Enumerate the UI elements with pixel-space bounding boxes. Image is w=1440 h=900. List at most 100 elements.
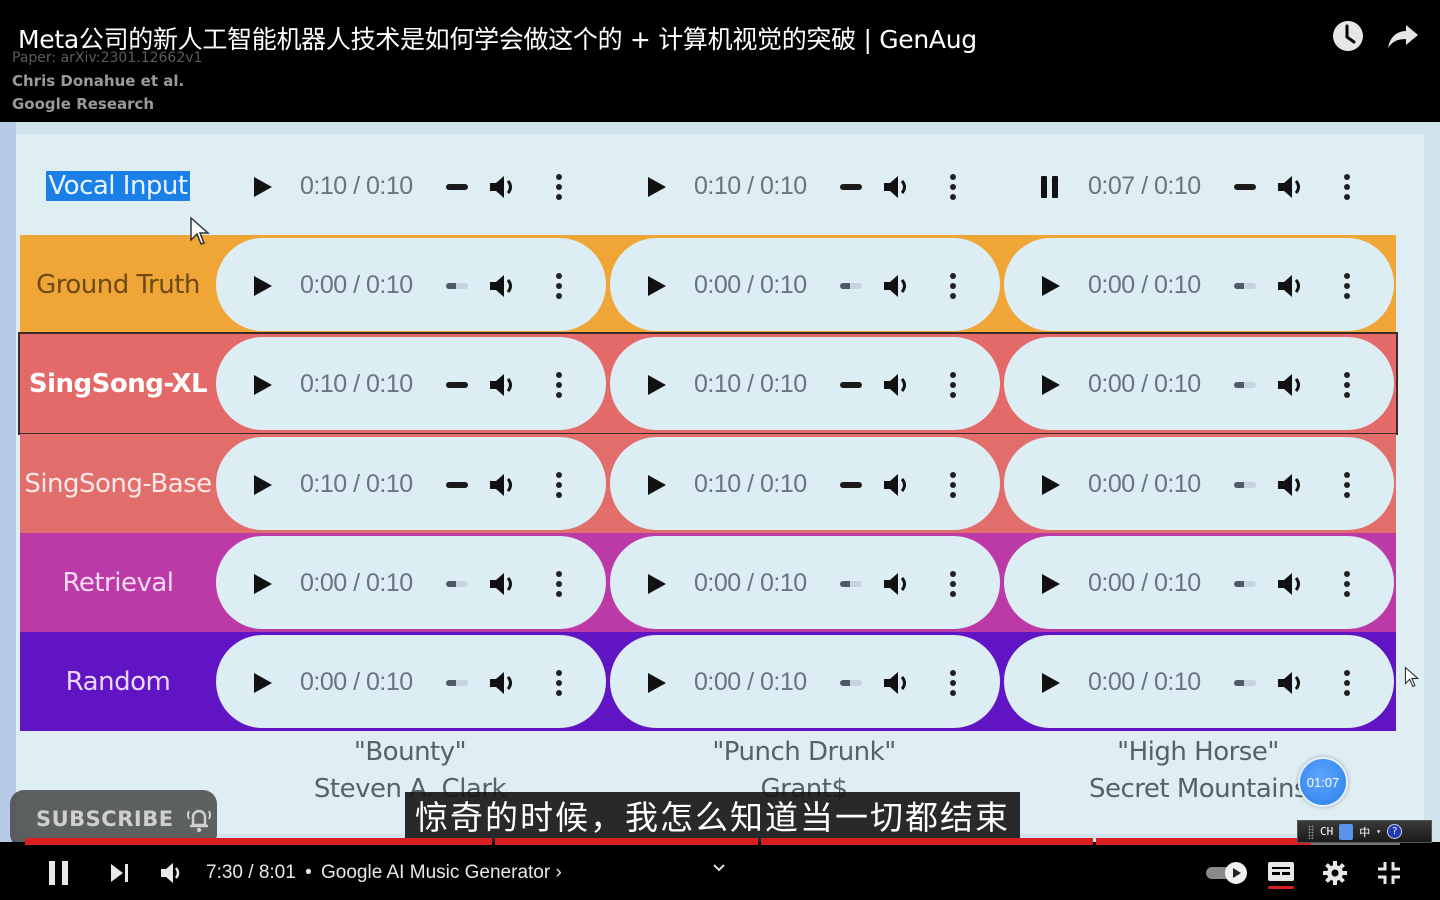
audio-player[interactable]: 0:10 / 0:10: [610, 437, 1000, 530]
audio-player[interactable]: 0:10 / 0:10: [610, 139, 1000, 232]
audio-player[interactable]: 0:00 / 0:10: [610, 635, 1000, 728]
ime-lang[interactable]: CH: [1320, 825, 1333, 838]
progress-bar[interactable]: [25, 838, 1400, 845]
more-options-icon[interactable]: [1344, 670, 1350, 696]
more-options-icon[interactable]: [1344, 571, 1350, 597]
volume-icon[interactable]: [488, 471, 518, 499]
floating-timer-badge[interactable]: 01:07: [1298, 757, 1348, 807]
play-icon[interactable]: [254, 673, 272, 693]
play-icon[interactable]: [1042, 375, 1060, 395]
play-icon[interactable]: [254, 574, 272, 594]
help-icon[interactable]: ?: [1387, 824, 1403, 839]
pause-icon[interactable]: [1040, 176, 1060, 198]
progress-played-segment[interactable]: [25, 838, 493, 845]
audio-seek-slider[interactable]: [446, 283, 468, 289]
more-options-icon[interactable]: [1344, 174, 1350, 200]
audio-player[interactable]: 0:00 / 0:10: [1004, 238, 1394, 331]
watch-later-button[interactable]: [1330, 18, 1366, 54]
play-icon[interactable]: [1042, 276, 1060, 296]
audio-seek-slider[interactable]: [1234, 382, 1256, 388]
audio-player[interactable]: 0:00 / 0:10: [216, 238, 606, 331]
drag-grip-icon[interactable]: [1308, 824, 1314, 839]
share-button[interactable]: [1384, 18, 1420, 54]
next-button[interactable]: [108, 861, 132, 885]
volume-icon[interactable]: [1276, 173, 1306, 201]
ime-mode[interactable]: 中: [1359, 824, 1370, 840]
play-icon[interactable]: [648, 375, 666, 395]
audio-player[interactable]: 0:00 / 0:10: [1004, 337, 1394, 430]
audio-player[interactable]: 0:00 / 0:10: [1004, 536, 1394, 629]
volume-icon[interactable]: [488, 272, 518, 300]
audio-player[interactable]: 0:00 / 0:10: [610, 536, 1000, 629]
more-options-icon[interactable]: [556, 571, 562, 597]
audio-seek-slider[interactable]: [840, 283, 862, 289]
play-icon[interactable]: [254, 177, 272, 197]
audio-seek-slider[interactable]: [840, 680, 862, 686]
audio-player[interactable]: 0:10 / 0:10: [216, 139, 606, 232]
play-icon[interactable]: [1042, 475, 1060, 495]
audio-player[interactable]: 0:00 / 0:10: [610, 238, 1000, 331]
audio-seek-slider[interactable]: [446, 482, 468, 488]
more-options-icon[interactable]: [950, 472, 956, 498]
more-options-icon[interactable]: [950, 670, 956, 696]
audio-seek-slider[interactable]: [446, 581, 468, 587]
progress-played-segment[interactable]: [1096, 838, 1311, 845]
audio-player[interactable]: 0:00 / 0:10: [1004, 437, 1394, 530]
volume-icon[interactable]: [882, 669, 912, 697]
audio-player[interactable]: 0:10 / 0:10: [216, 437, 606, 530]
more-options-icon[interactable]: [950, 273, 956, 299]
mute-button[interactable]: [158, 860, 186, 886]
ime-toolbar[interactable]: CH 中 ▾ ?: [1297, 820, 1432, 843]
play-icon[interactable]: [1042, 574, 1060, 594]
more-options-icon[interactable]: [556, 670, 562, 696]
audio-seek-slider[interactable]: [1234, 184, 1256, 190]
more-options-icon[interactable]: [556, 372, 562, 398]
audio-player[interactable]: 0:00 / 0:10: [216, 536, 606, 629]
play-icon[interactable]: [648, 177, 666, 197]
more-options-icon[interactable]: [950, 571, 956, 597]
volume-icon[interactable]: [882, 471, 912, 499]
volume-icon[interactable]: [488, 669, 518, 697]
progress-played-segment[interactable]: [760, 838, 1094, 845]
volume-icon[interactable]: [882, 272, 912, 300]
exit-fullscreen-button[interactable]: [1376, 860, 1402, 886]
play-icon[interactable]: [254, 276, 272, 296]
volume-icon[interactable]: [1276, 272, 1306, 300]
more-options-icon[interactable]: [1344, 273, 1350, 299]
expand-chevron-button[interactable]: [711, 862, 727, 874]
play-icon[interactable]: [648, 276, 666, 296]
audio-seek-slider[interactable]: [1234, 581, 1256, 587]
more-options-icon[interactable]: [556, 472, 562, 498]
volume-icon[interactable]: [1276, 570, 1306, 598]
pause-button[interactable]: [46, 858, 72, 888]
volume-icon[interactable]: [882, 173, 912, 201]
volume-icon[interactable]: [488, 173, 518, 201]
more-options-icon[interactable]: [1344, 372, 1350, 398]
audio-player[interactable]: 0:00 / 0:10: [216, 635, 606, 728]
volume-icon[interactable]: [488, 371, 518, 399]
chapter-title-button[interactable]: Google AI Music Generator ›: [321, 862, 562, 883]
audio-seek-slider[interactable]: [840, 581, 862, 587]
audio-player[interactable]: 0:00 / 0:10: [1004, 635, 1394, 728]
settings-button[interactable]: [1322, 860, 1348, 886]
dropdown-icon[interactable]: ▾: [1376, 827, 1381, 836]
audio-seek-slider[interactable]: [1234, 482, 1256, 488]
audio-seek-slider[interactable]: [840, 382, 862, 388]
play-icon[interactable]: [254, 375, 272, 395]
volume-icon[interactable]: [1276, 371, 1306, 399]
progress-played-segment[interactable]: [495, 838, 758, 845]
audio-seek-slider[interactable]: [1234, 283, 1256, 289]
audio-seek-slider[interactable]: [1234, 680, 1256, 686]
voice-input-icon[interactable]: [1339, 823, 1354, 840]
audio-seek-slider[interactable]: [840, 184, 862, 190]
audio-seek-slider[interactable]: [840, 482, 862, 488]
play-icon[interactable]: [648, 475, 666, 495]
more-options-icon[interactable]: [556, 174, 562, 200]
audio-player[interactable]: 0:10 / 0:10: [610, 337, 1000, 430]
audio-player[interactable]: 0:07 / 0:10: [1004, 139, 1394, 232]
volume-icon[interactable]: [488, 570, 518, 598]
volume-icon[interactable]: [882, 570, 912, 598]
volume-icon[interactable]: [1276, 669, 1306, 697]
audio-player[interactable]: 0:10 / 0:10: [216, 337, 606, 430]
audio-seek-slider[interactable]: [446, 680, 468, 686]
